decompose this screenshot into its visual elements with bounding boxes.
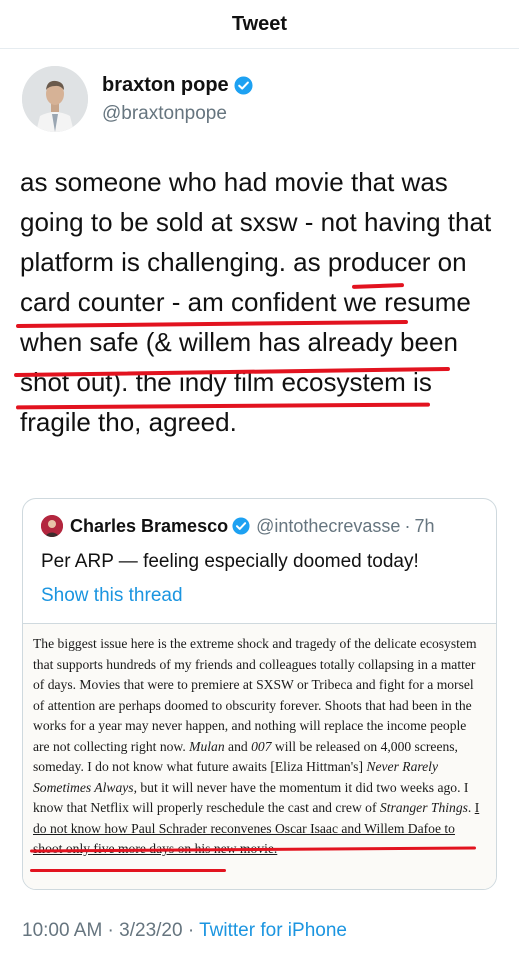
verified-badge-icon [234,75,253,95]
footer-separator: · [182,920,200,941]
author-handle[interactable]: @braxtonpope [102,103,253,125]
tweet-source-link[interactable]: Twitter for iPhone [199,920,347,941]
excerpt-text: and [224,738,252,754]
tweet-text: as someone who had movie that was going … [20,167,492,437]
top-bar: Tweet [0,0,519,49]
annotation-underline [30,869,226,872]
avatar[interactable] [22,66,88,132]
tweet-footer: 10:00 AM · 3/23/20 · Twitter for iPhone [22,920,347,942]
tweet-author[interactable]: braxton pope @braxtonpope [22,66,253,132]
quoted-avatar [41,515,63,537]
quoted-avatar-image [41,515,63,537]
author-display-name[interactable]: braxton pope [102,74,229,97]
quoted-tweet-text: Per ARP — feeling especially doomed toda… [41,551,419,572]
tweet-time: 10:00 AM [22,920,103,941]
excerpt-title-stranger-things: Stranger Things [379,800,468,815]
excerpt-title-007: 007 [251,738,272,754]
tweet-date[interactable]: 3/23/20 [119,920,182,941]
verified-badge-icon [232,517,250,535]
quoted-time-separator: · [404,515,411,536]
quoted-tweet-header: Charles Bramesco @intothecrevasse · 7h [41,515,434,537]
avatar-image [22,66,88,132]
excerpt-title-mulan: Mulan [189,738,225,754]
show-thread-link[interactable]: Show this thread [41,585,183,607]
excerpt-text: The biggest issue here is the extreme sh… [33,636,477,754]
excerpt-paragraph: The biggest issue here is the extreme sh… [23,624,496,860]
quoted-handle: @intothecrevasse [256,515,401,536]
footer-separator: · [102,920,120,941]
page-title: Tweet [231,12,288,35]
excerpt-text: . [467,800,475,815]
quoted-time: 7h [414,515,435,536]
quoted-display-name: Charles Bramesco [70,515,229,536]
quoted-tweet-card[interactable]: Charles Bramesco @intothecrevasse · 7h P… [22,498,497,890]
